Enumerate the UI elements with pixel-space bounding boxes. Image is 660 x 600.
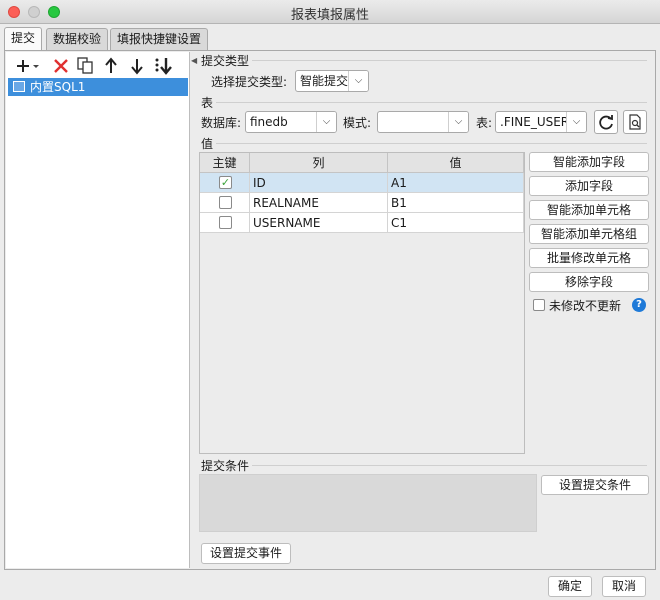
primary-key-checkbox[interactable]: ✓ <box>219 176 232 189</box>
delete-icon[interactable] <box>50 55 72 77</box>
column-header-value: 值 <box>388 153 524 173</box>
key-cell <box>200 213 250 233</box>
no-update-label: 未修改不更新 <box>549 299 622 313</box>
condition-display-area <box>199 474 537 532</box>
copy-icon[interactable] <box>74 55 96 77</box>
column-cell[interactable]: USERNAME <box>250 213 388 233</box>
smart-add-cells-button[interactable]: 智能添加单元格 <box>529 200 649 220</box>
move-up-icon[interactable] <box>100 55 122 77</box>
database-select[interactable]: finedb ⌵ <box>245 111 337 133</box>
help-icon[interactable]: ? <box>632 298 646 312</box>
preview-table-button[interactable] <box>623 110 647 134</box>
schema-label: 模式: <box>343 116 372 130</box>
move-down-icon[interactable] <box>126 55 148 77</box>
chevron-down-icon: ⌵ <box>348 71 368 91</box>
database-value: finedb <box>250 115 288 129</box>
submit-type-label: 选择提交类型: <box>211 75 288 89</box>
value-cell[interactable]: A1 <box>388 173 524 193</box>
tab-submit[interactable]: 提交 <box>4 27 43 51</box>
refresh-button[interactable] <box>594 110 618 134</box>
table-select[interactable]: .FINE_USER ⌵ <box>495 111 587 133</box>
condition-group-label: 提交条件 <box>201 459 250 473</box>
title-bar: 报表填报属性 <box>0 0 660 24</box>
sql-list-panel: 内置SQL1 <box>6 52 190 568</box>
table-value: .FINE_USER <box>500 115 570 129</box>
column-cell[interactable]: ID <box>250 173 388 193</box>
ok-button[interactable]: 确定 <box>548 576 592 597</box>
database-label: 数据库: <box>201 116 242 130</box>
move-to-bottom-icon[interactable] <box>152 55 174 77</box>
column-header-column: 列 <box>250 153 388 173</box>
remove-field-button[interactable]: 移除字段 <box>529 272 649 292</box>
table-group-label: 表 <box>201 96 214 110</box>
table-row[interactable]: REALNAME B1 <box>200 193 524 213</box>
set-submit-event-button[interactable]: 设置提交事件 <box>201 543 291 564</box>
collapse-arrow-icon[interactable]: ◀ <box>191 56 197 65</box>
window-title: 报表填报属性 <box>290 8 369 23</box>
submit-settings: 提交类型 选择提交类型: 智能提交 ⌵ 表 数据库: finedb ⌵ 模式: … <box>198 51 653 567</box>
key-cell <box>200 193 250 213</box>
chevron-down-icon: ⌵ <box>448 112 468 132</box>
chevron-down-icon: ⌵ <box>316 112 336 132</box>
table-label: 表: <box>476 116 493 130</box>
list-item-builtin-sql1[interactable]: 内置SQL1 <box>8 78 188 96</box>
add-icon[interactable] <box>12 55 42 77</box>
list-item-label: 内置SQL1 <box>30 80 86 94</box>
tab-shortcut-settings[interactable]: 填报快捷键设置 <box>110 28 209 50</box>
add-field-button[interactable]: 添加字段 <box>529 176 649 196</box>
values-group-label: 值 <box>201 137 214 151</box>
table-row[interactable]: USERNAME C1 <box>200 213 524 233</box>
smart-add-cell-group-button[interactable]: 智能添加单元格组 <box>529 224 649 244</box>
key-cell: ✓ <box>200 173 250 193</box>
primary-key-checkbox[interactable] <box>219 216 232 229</box>
column-cell[interactable]: REALNAME <box>250 193 388 213</box>
sql-table-icon <box>13 81 25 92</box>
submit-type-value: 智能提交 <box>300 74 349 88</box>
tab-data-validation[interactable]: 数据校验 <box>46 28 109 50</box>
submit-type-group-label: 提交类型 <box>201 54 250 68</box>
batch-modify-cells-button[interactable]: 批量修改单元格 <box>529 248 649 268</box>
submit-type-select[interactable]: 智能提交 ⌵ <box>295 70 369 92</box>
table-row[interactable]: ✓ ID A1 <box>200 173 524 193</box>
field-mapping-table: 主键 列 值 ✓ ID A1 REALNAME B1 USERNAME C1 <box>199 152 525 454</box>
schema-select[interactable]: ⌵ <box>377 111 469 133</box>
value-cell[interactable]: B1 <box>388 193 524 213</box>
cancel-button[interactable]: 取消 <box>602 576 646 597</box>
smart-add-fields-button[interactable]: 智能添加字段 <box>529 152 649 172</box>
column-header-key: 主键 <box>200 153 250 173</box>
document-search-icon <box>629 114 641 130</box>
primary-key-checkbox[interactable] <box>219 196 232 209</box>
tab-content-panel: 内置SQL1 ◀ 提交类型 选择提交类型: 智能提交 ⌵ 表 数据库: fine… <box>4 50 656 570</box>
value-cell[interactable]: C1 <box>388 213 524 233</box>
no-update-checkbox[interactable] <box>533 299 545 311</box>
chevron-down-icon: ⌵ <box>566 112 586 132</box>
refresh-icon <box>599 115 613 130</box>
set-condition-button[interactable]: 设置提交条件 <box>541 475 649 495</box>
